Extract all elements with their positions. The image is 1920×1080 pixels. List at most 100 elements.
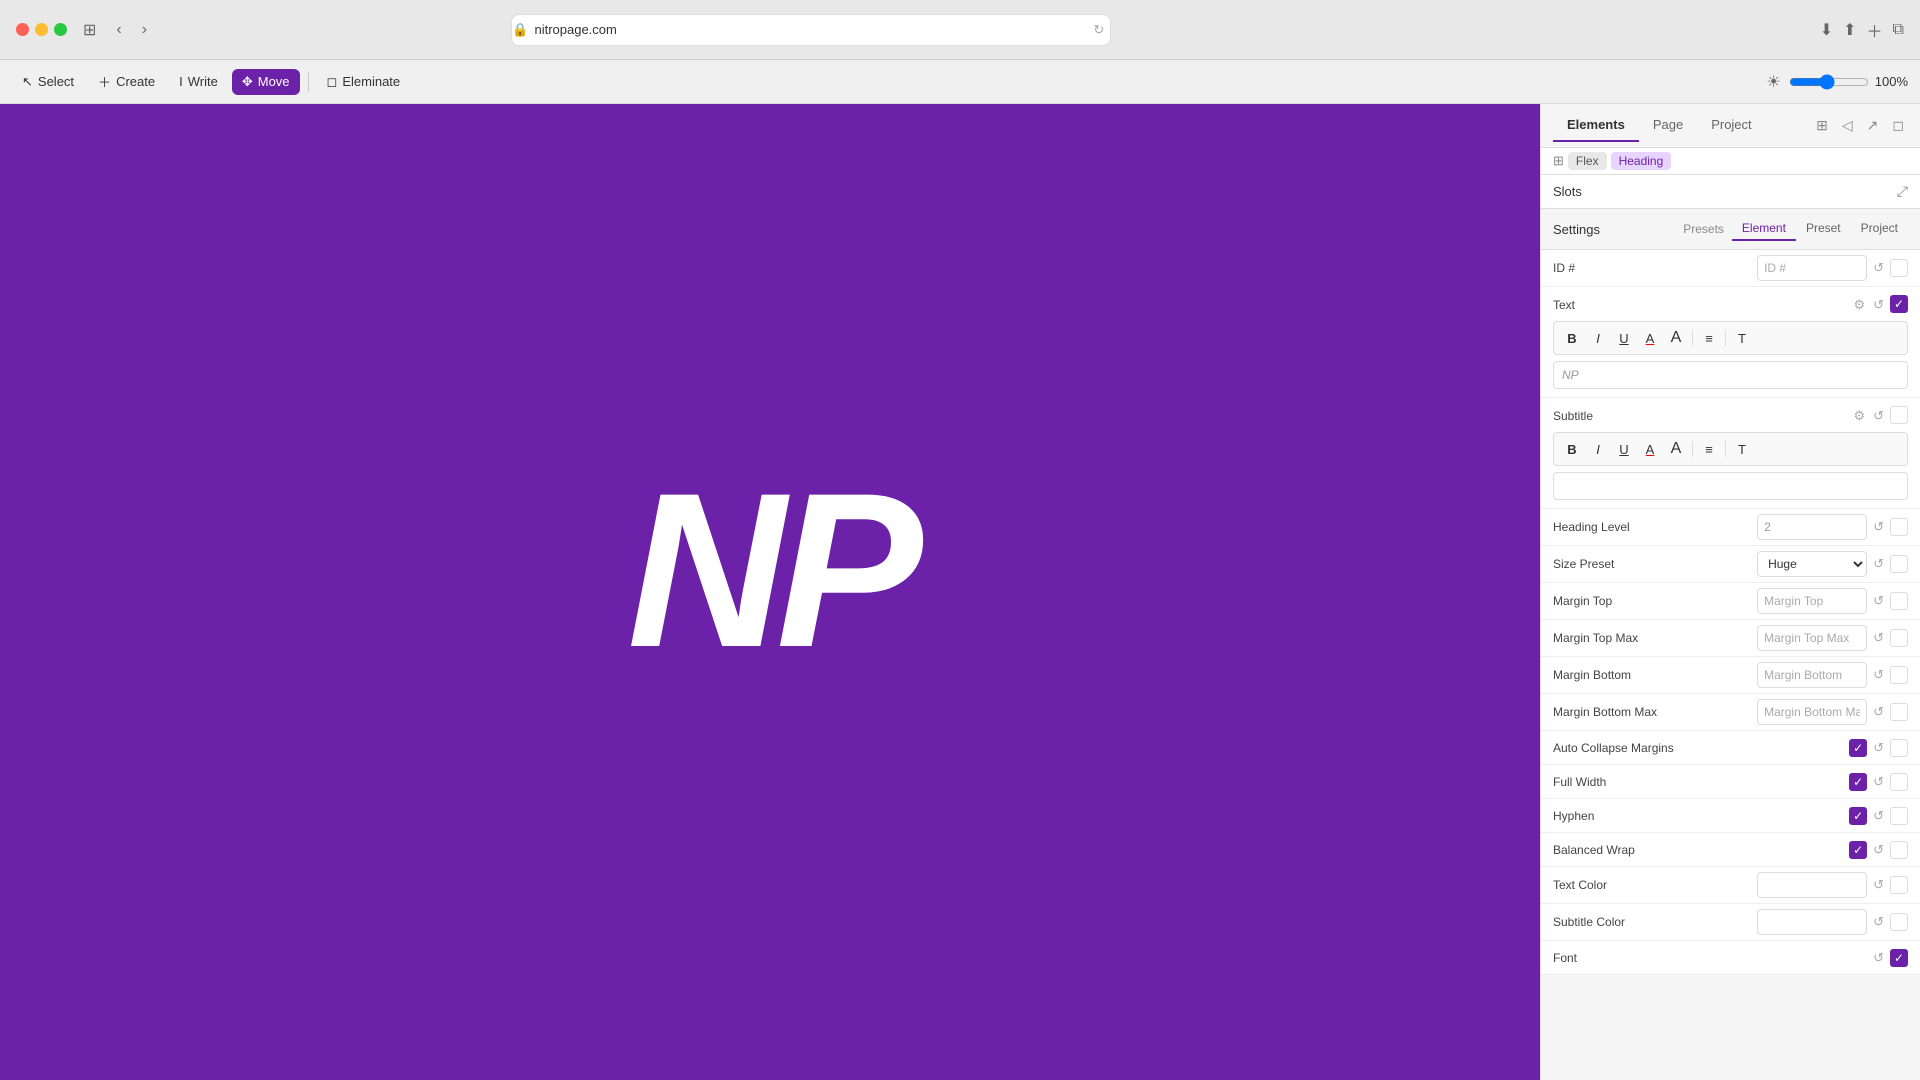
margin-bottom-reset-button[interactable]: ↺: [1871, 665, 1886, 685]
auto-collapse-reset-button[interactable]: ↺: [1871, 738, 1886, 758]
text-color-reset-button[interactable]: ↺: [1871, 875, 1886, 895]
new-tab-icon[interactable]: ＋: [1867, 18, 1883, 42]
font-toggle[interactable]: ✓: [1890, 949, 1908, 967]
margin-bottom-input[interactable]: [1757, 662, 1867, 688]
margin-bottom-toggle[interactable]: [1890, 666, 1908, 684]
balanced-wrap-toggle[interactable]: ✓: [1849, 841, 1867, 859]
subtitle-settings-icon[interactable]: ⚙: [1851, 406, 1867, 426]
full-width-reset-button[interactable]: ↺: [1871, 772, 1886, 792]
maximize-button[interactable]: [54, 23, 67, 36]
margin-top-max-input[interactable]: [1757, 625, 1867, 651]
forward-button[interactable]: ›: [138, 17, 151, 43]
write-button[interactable]: I Write: [169, 69, 228, 94]
sub-underline-button[interactable]: U: [1612, 437, 1636, 461]
tab-page[interactable]: Page: [1639, 109, 1697, 142]
tab-project[interactable]: Project: [1851, 217, 1908, 241]
full-width-toggle[interactable]: ✓: [1849, 773, 1867, 791]
url-bar[interactable]: 🔒 nitropage.com ↻: [511, 14, 1111, 46]
slots-expand-button[interactable]: ⤢: [1897, 183, 1908, 200]
sub-italic-button[interactable]: I: [1586, 437, 1610, 461]
subtitle-content-input[interactable]: [1553, 472, 1908, 500]
margin-top-max-reset-button[interactable]: ↺: [1871, 628, 1886, 648]
size-preset-reset-button[interactable]: ↺: [1871, 554, 1886, 574]
minimize-button[interactable]: [35, 23, 48, 36]
balanced-wrap-outer-toggle[interactable]: [1890, 841, 1908, 859]
sub-color-button[interactable]: A: [1638, 437, 1662, 461]
full-width-outer-toggle[interactable]: [1890, 773, 1908, 791]
italic-button[interactable]: I: [1586, 326, 1610, 350]
id-input[interactable]: [1757, 255, 1867, 281]
id-toggle-button[interactable]: [1890, 259, 1908, 277]
subtitle-color-toggle[interactable]: [1890, 913, 1908, 931]
margin-top-max-toggle[interactable]: [1890, 629, 1908, 647]
size-preset-select[interactable]: Huge Large Medium Small: [1757, 551, 1867, 577]
text-content-input[interactable]: [1553, 361, 1908, 389]
size-preset-toggle[interactable]: [1890, 555, 1908, 573]
align-button[interactable]: ≡: [1697, 326, 1721, 350]
breadcrumb-flex[interactable]: Flex: [1568, 152, 1607, 170]
tab-preset[interactable]: Preset: [1796, 217, 1851, 241]
sidebar-toggle-button[interactable]: ⊞: [79, 16, 100, 44]
sub-clear-format-button[interactable]: T: [1730, 437, 1754, 461]
balanced-wrap-reset-button[interactable]: ↺: [1871, 840, 1886, 860]
font-size-button[interactable]: A: [1664, 326, 1688, 350]
sub-align-button[interactable]: ≡: [1697, 437, 1721, 461]
tabs-icon[interactable]: ⧉: [1893, 21, 1904, 39]
margin-bottom-max-reset-button[interactable]: ↺: [1871, 702, 1886, 722]
margin-bottom-max-input[interactable]: [1757, 699, 1867, 725]
margin-top-toggle[interactable]: [1890, 592, 1908, 610]
hyphen-reset-button[interactable]: ↺: [1871, 806, 1886, 826]
auto-collapse-outer-toggle[interactable]: [1890, 739, 1908, 757]
margin-top-reset-button[interactable]: ↺: [1871, 591, 1886, 611]
font-reset-button[interactable]: ↺: [1871, 948, 1886, 968]
subtitle-color-control: ↺: [1757, 909, 1908, 935]
reload-icon[interactable]: ↻: [1093, 22, 1104, 38]
heading-level-label: Heading Level: [1553, 520, 1757, 534]
tab-element[interactable]: Element: [1732, 217, 1796, 241]
panel-icon-4[interactable]: ◻: [1888, 113, 1908, 138]
margin-bottom-max-toggle[interactable]: [1890, 703, 1908, 721]
text-settings-icon[interactable]: ⚙: [1851, 295, 1867, 315]
share-icon[interactable]: ⬆: [1843, 20, 1856, 40]
hyphen-outer-toggle[interactable]: [1890, 807, 1908, 825]
hyphen-toggle[interactable]: ✓: [1849, 807, 1867, 825]
breadcrumb-heading[interactable]: Heading: [1611, 152, 1672, 170]
tab-project[interactable]: Project: [1697, 109, 1765, 142]
heading-level-toggle[interactable]: [1890, 518, 1908, 536]
text-reset-button[interactable]: ↺: [1871, 295, 1886, 315]
bold-button[interactable]: B: [1560, 326, 1584, 350]
close-button[interactable]: [16, 23, 29, 36]
id-reset-button[interactable]: ↺: [1871, 258, 1886, 278]
subtitle-color-swatch[interactable]: [1757, 909, 1867, 935]
tab-elements[interactable]: Elements: [1553, 109, 1639, 142]
create-button[interactable]: ＋ Create: [88, 67, 165, 96]
panel-icon-3[interactable]: ↗: [1863, 113, 1883, 138]
back-button[interactable]: ‹: [112, 17, 125, 43]
subtitle-toggle-button[interactable]: [1890, 406, 1908, 424]
underline-button[interactable]: U: [1612, 326, 1636, 350]
brightness-icon[interactable]: ☀: [1766, 72, 1780, 92]
heading-level-reset-button[interactable]: ↺: [1871, 517, 1886, 537]
eliminate-button[interactable]: ◻ Eleminate: [317, 69, 411, 95]
text-color-toggle[interactable]: [1890, 876, 1908, 894]
subtitle-reset-button[interactable]: ↺: [1871, 406, 1886, 426]
sub-font-size-button[interactable]: A: [1664, 437, 1688, 461]
heading-level-input[interactable]: [1757, 514, 1867, 540]
download-icon[interactable]: ⬇: [1820, 20, 1833, 40]
subtitle-color-reset-button[interactable]: ↺: [1871, 912, 1886, 932]
text-color-swatch[interactable]: [1757, 872, 1867, 898]
sub-bold-button[interactable]: B: [1560, 437, 1584, 461]
settings-panel[interactable]: Settings Presets Element Preset Project …: [1541, 209, 1920, 1080]
zoom-slider[interactable]: [1789, 74, 1869, 90]
auto-collapse-toggle[interactable]: ✓: [1849, 739, 1867, 757]
right-panel: Elements Page Project ⊞ ◁ ↗ ◻ ⊞ Flex Hea…: [1540, 104, 1920, 1080]
panel-icon-1[interactable]: ⊞: [1812, 113, 1832, 138]
text-toggle-button[interactable]: ✓: [1890, 295, 1908, 313]
color-button[interactable]: A: [1638, 326, 1662, 350]
margin-top-input[interactable]: [1757, 588, 1867, 614]
presets-label[interactable]: Presets: [1683, 222, 1724, 236]
panel-icon-2[interactable]: ◁: [1838, 113, 1857, 138]
move-button[interactable]: ✥ Move: [232, 69, 300, 95]
select-button[interactable]: ↖ Select: [12, 69, 84, 95]
clear-format-button[interactable]: T: [1730, 326, 1754, 350]
